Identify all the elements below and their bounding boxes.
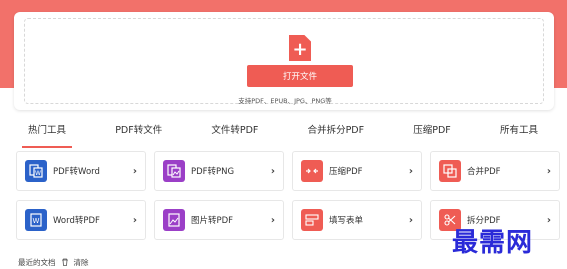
file-drop-zone[interactable]: + 打开文件 支持PDF、EPUB、JPG、PNG等 bbox=[24, 18, 544, 105]
tool-card-pdf-to-word[interactable]: W PDF转Word › bbox=[16, 151, 146, 191]
word-to-pdf-icon: W bbox=[25, 209, 47, 231]
tool-card-fill-form[interactable]: 填写表单 › bbox=[292, 200, 422, 240]
tab-compress-pdf[interactable]: 压缩PDF bbox=[403, 120, 461, 142]
recent-documents-bar: 最近的文档 清除 bbox=[18, 257, 89, 268]
merge-pdf-icon bbox=[439, 160, 461, 182]
tab-file-to-pdf[interactable]: 文件转PDF bbox=[201, 120, 268, 142]
watermark: 最需网 bbox=[452, 228, 534, 258]
tool-card-compress-pdf[interactable]: 压缩PDF › bbox=[292, 151, 422, 191]
supported-formats-text: 支持PDF、EPUB、JPG、PNG等 bbox=[238, 97, 332, 105]
chevron-right-icon: › bbox=[132, 165, 137, 177]
chevron-right-icon: › bbox=[546, 165, 551, 177]
upload-card: + 打开文件 支持PDF、EPUB、JPG、PNG等 bbox=[14, 12, 554, 110]
svg-text:W: W bbox=[35, 170, 41, 177]
tool-label: PDF转Word bbox=[53, 167, 100, 177]
clear-button[interactable]: 清除 bbox=[74, 257, 89, 268]
tab-all-tools[interactable]: 所有工具 bbox=[490, 120, 548, 142]
chevron-right-icon: › bbox=[546, 214, 551, 226]
tool-card-pdf-to-png[interactable]: PDF转PNG › bbox=[154, 151, 284, 191]
chevron-right-icon: › bbox=[408, 165, 413, 177]
recent-documents-label: 最近的文档 bbox=[18, 258, 56, 267]
chevron-right-icon: › bbox=[408, 214, 413, 226]
tool-label: Word转PDF bbox=[53, 216, 100, 226]
tool-card-image-to-pdf[interactable]: 图片转PDF › bbox=[154, 200, 284, 240]
chevron-right-icon: › bbox=[132, 214, 137, 226]
tool-category-tabs: 热门工具 PDF转文件 文件转PDF 合并拆分PDF 压缩PDF 所有工具 bbox=[18, 120, 548, 148]
fill-form-icon bbox=[301, 209, 323, 231]
tool-label: 压缩PDF bbox=[329, 167, 363, 177]
add-file-icon[interactable]: + bbox=[289, 35, 311, 61]
compress-pdf-icon bbox=[301, 160, 323, 182]
tool-card-merge-pdf[interactable]: 合并PDF › bbox=[430, 151, 560, 191]
image-to-pdf-icon bbox=[163, 209, 185, 231]
tool-label: PDF转PNG bbox=[191, 167, 235, 177]
trash-icon[interactable] bbox=[61, 258, 69, 268]
chevron-right-icon: › bbox=[270, 214, 275, 226]
open-file-button[interactable]: 打开文件 bbox=[247, 65, 353, 87]
tool-card-word-to-pdf[interactable]: W Word转PDF › bbox=[16, 200, 146, 240]
tab-merge-split-pdf[interactable]: 合并拆分PDF bbox=[298, 120, 375, 142]
tool-label: 合并PDF bbox=[467, 167, 501, 177]
tab-popular-tools[interactable]: 热门工具 bbox=[18, 120, 76, 148]
pdf-to-word-icon: W bbox=[25, 160, 47, 182]
tool-label: 填写表单 bbox=[329, 216, 364, 226]
tab-pdf-to-file[interactable]: PDF转文件 bbox=[105, 120, 172, 142]
chevron-right-icon: › bbox=[270, 165, 275, 177]
pdf-to-png-icon bbox=[163, 160, 185, 182]
tool-label: 图片转PDF bbox=[191, 216, 234, 226]
svg-text:W: W bbox=[33, 217, 40, 225]
